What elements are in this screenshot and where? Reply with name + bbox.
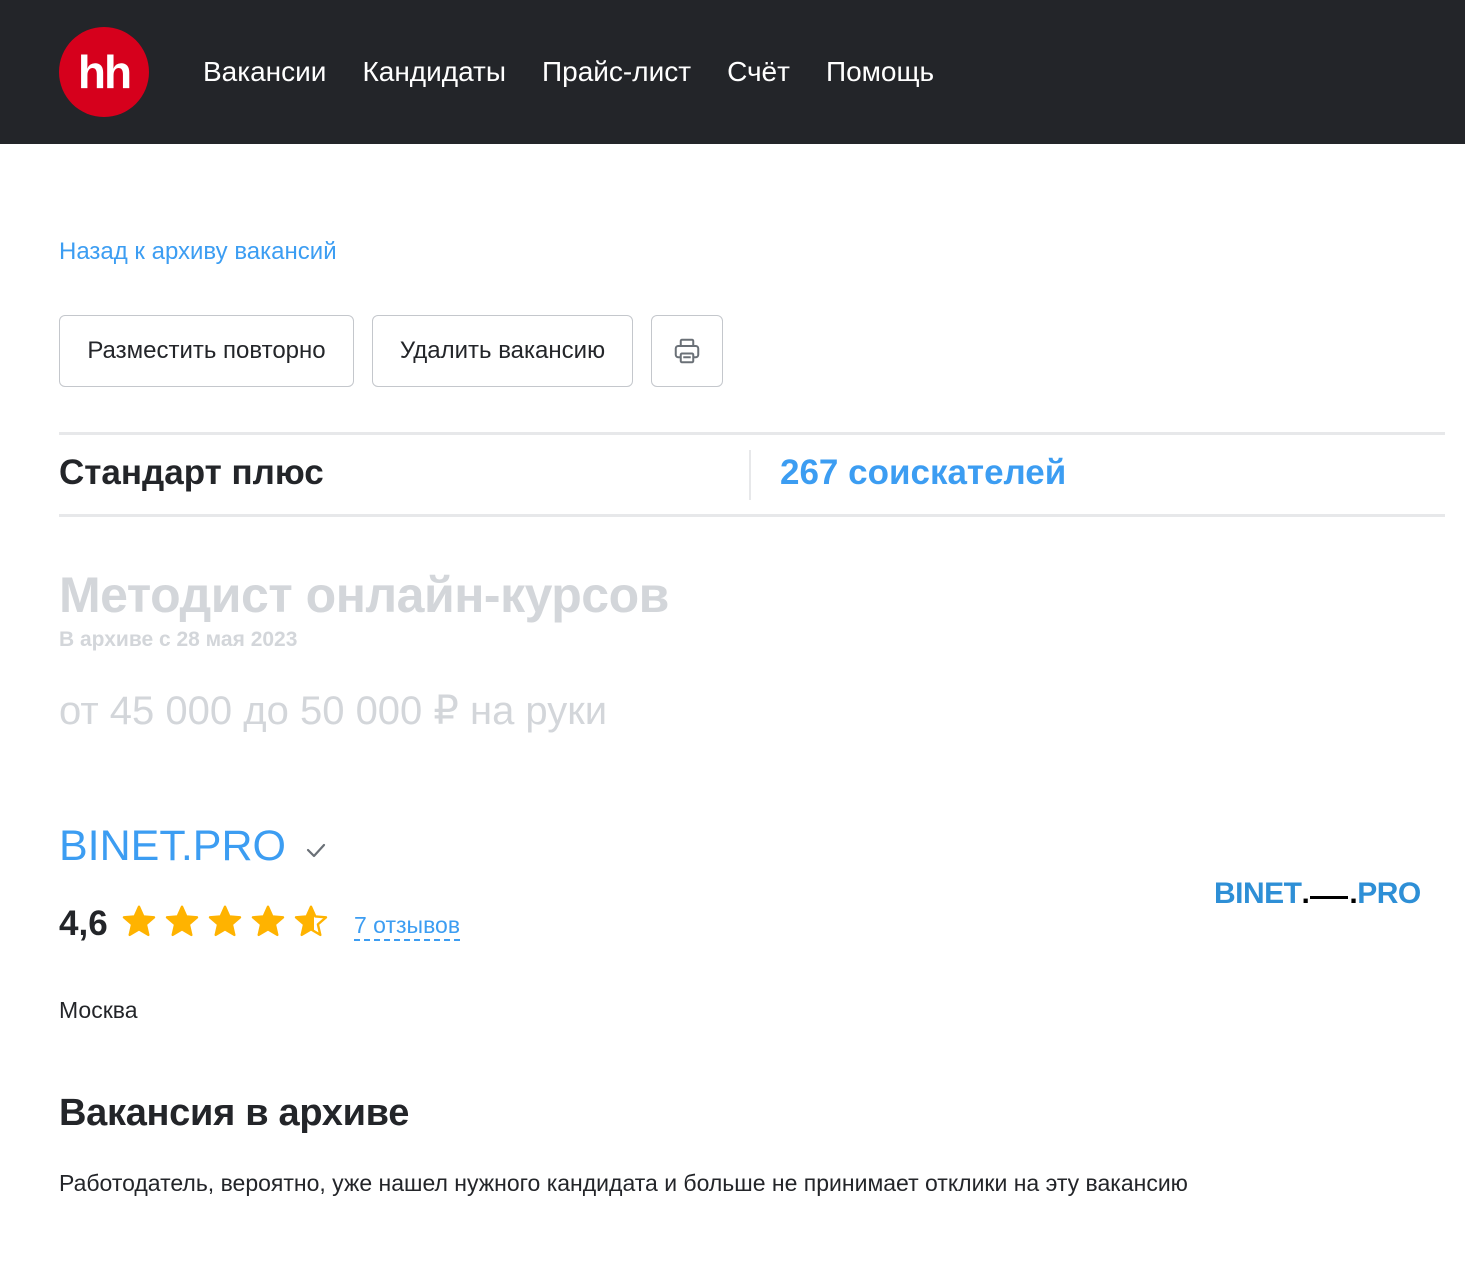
- star-full-icon: [208, 905, 242, 937]
- salary: от 45 000 до 50 000 ₽ на руки: [59, 689, 608, 733]
- tariff-bar: Стандарт плюс 267 соискателей: [59, 432, 1445, 517]
- main-nav: Вакансии Кандидаты Прайс-лист Счёт Помощ…: [203, 52, 934, 92]
- archive-heading: Вакансия в архиве: [59, 1092, 410, 1134]
- vacancy-title: Методист онлайн-курсов: [59, 567, 669, 623]
- logo-dot: .: [1301, 877, 1310, 910]
- logo-text-left: BINET: [1214, 877, 1302, 910]
- print-button[interactable]: [651, 315, 723, 387]
- divider: [749, 450, 751, 500]
- city: Москва: [59, 997, 138, 1023]
- back-to-archive-link[interactable]: Назад к архиву вакансий: [59, 238, 337, 266]
- star-full-icon: [251, 905, 285, 937]
- logo-underline: [1310, 896, 1349, 899]
- checkmark-icon: [306, 843, 326, 858]
- top-header: hh Вакансии Кандидаты Прайс-лист Счёт По…: [0, 0, 1465, 144]
- company-logo[interactable]: BINET.. PRO: [1214, 877, 1421, 911]
- tariff-name: Стандарт плюс: [59, 453, 324, 492]
- applicants-link[interactable]: 267 соискателей: [780, 453, 1066, 493]
- logo-dot: .: [1349, 877, 1358, 910]
- nav-candidates[interactable]: Кандидаты: [362, 52, 506, 92]
- delete-vacancy-button[interactable]: Удалить вакансию: [372, 315, 633, 387]
- printer-icon: [674, 338, 700, 364]
- company-name-link[interactable]: BINET.PRO: [59, 822, 286, 871]
- archive-text: Работодатель, вероятно, уже нашел нужног…: [59, 1170, 1188, 1196]
- star-full-icon: [122, 905, 156, 937]
- repost-button[interactable]: Разместить повторно: [59, 315, 354, 387]
- rating-value: 4,6: [59, 904, 108, 943]
- nav-account[interactable]: Счёт: [727, 52, 790, 92]
- nav-vacancies[interactable]: Вакансии: [203, 52, 326, 92]
- nav-price-list[interactable]: Прайс-лист: [542, 52, 691, 92]
- reviews-link[interactable]: 7 отзывов: [354, 911, 461, 941]
- rating-stars: [121, 904, 329, 940]
- star-full-icon: [165, 905, 199, 937]
- hh-logo[interactable]: hh: [59, 27, 149, 117]
- archive-date: В архиве с 28 мая 2023: [59, 628, 298, 651]
- star-half-icon: [294, 905, 328, 937]
- logo-text-right: PRO: [1357, 877, 1421, 910]
- nav-help[interactable]: Помощь: [826, 52, 934, 92]
